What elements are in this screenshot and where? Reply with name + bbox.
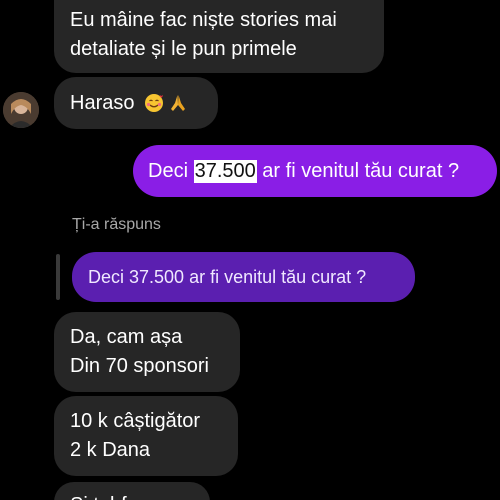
reply-label: Ți-a răspuns xyxy=(72,216,161,233)
received-message[interactable]: 10 k câștigător 2 k Dana xyxy=(54,396,238,476)
message-line: Si tabfe xyxy=(70,491,194,500)
received-message[interactable]: Eu mâine fac niște stories mai detaliate… xyxy=(54,0,384,73)
message-line: Din 70 sponsori xyxy=(70,355,209,377)
avatar[interactable] xyxy=(3,92,39,128)
folded-hands-icon xyxy=(168,93,188,113)
received-message[interactable]: Haraso xyxy=(54,77,218,129)
smiling-face-with-hearts-icon xyxy=(144,93,164,113)
message-line: 10 k câștigător xyxy=(70,410,201,432)
message-text-prefix: Deci xyxy=(148,159,194,182)
highlighted-amount[interactable]: 37.500 xyxy=(193,159,257,183)
reply-indicator-line xyxy=(56,254,60,300)
quoted-message[interactable]: Deci 37.500 ar fi venitul tău curat ? xyxy=(72,252,415,302)
message-line: 2 k Dana xyxy=(70,439,151,461)
message-text: Haraso xyxy=(70,91,135,114)
received-message-partial[interactable]: Si tabfe xyxy=(54,482,210,500)
sent-message[interactable]: Deci 37.500 ar fi venitul tău curat ? xyxy=(133,145,497,197)
message-line: Eu mâine fac niște stories mai xyxy=(70,9,337,31)
message-line: Da, cam așa xyxy=(70,326,183,348)
message-line: detaliate și le pun primele xyxy=(70,38,297,60)
received-message[interactable]: Da, cam așa Din 70 sponsori xyxy=(54,312,240,392)
message-text-suffix: ar fi venitul tău curat ? xyxy=(256,159,460,182)
